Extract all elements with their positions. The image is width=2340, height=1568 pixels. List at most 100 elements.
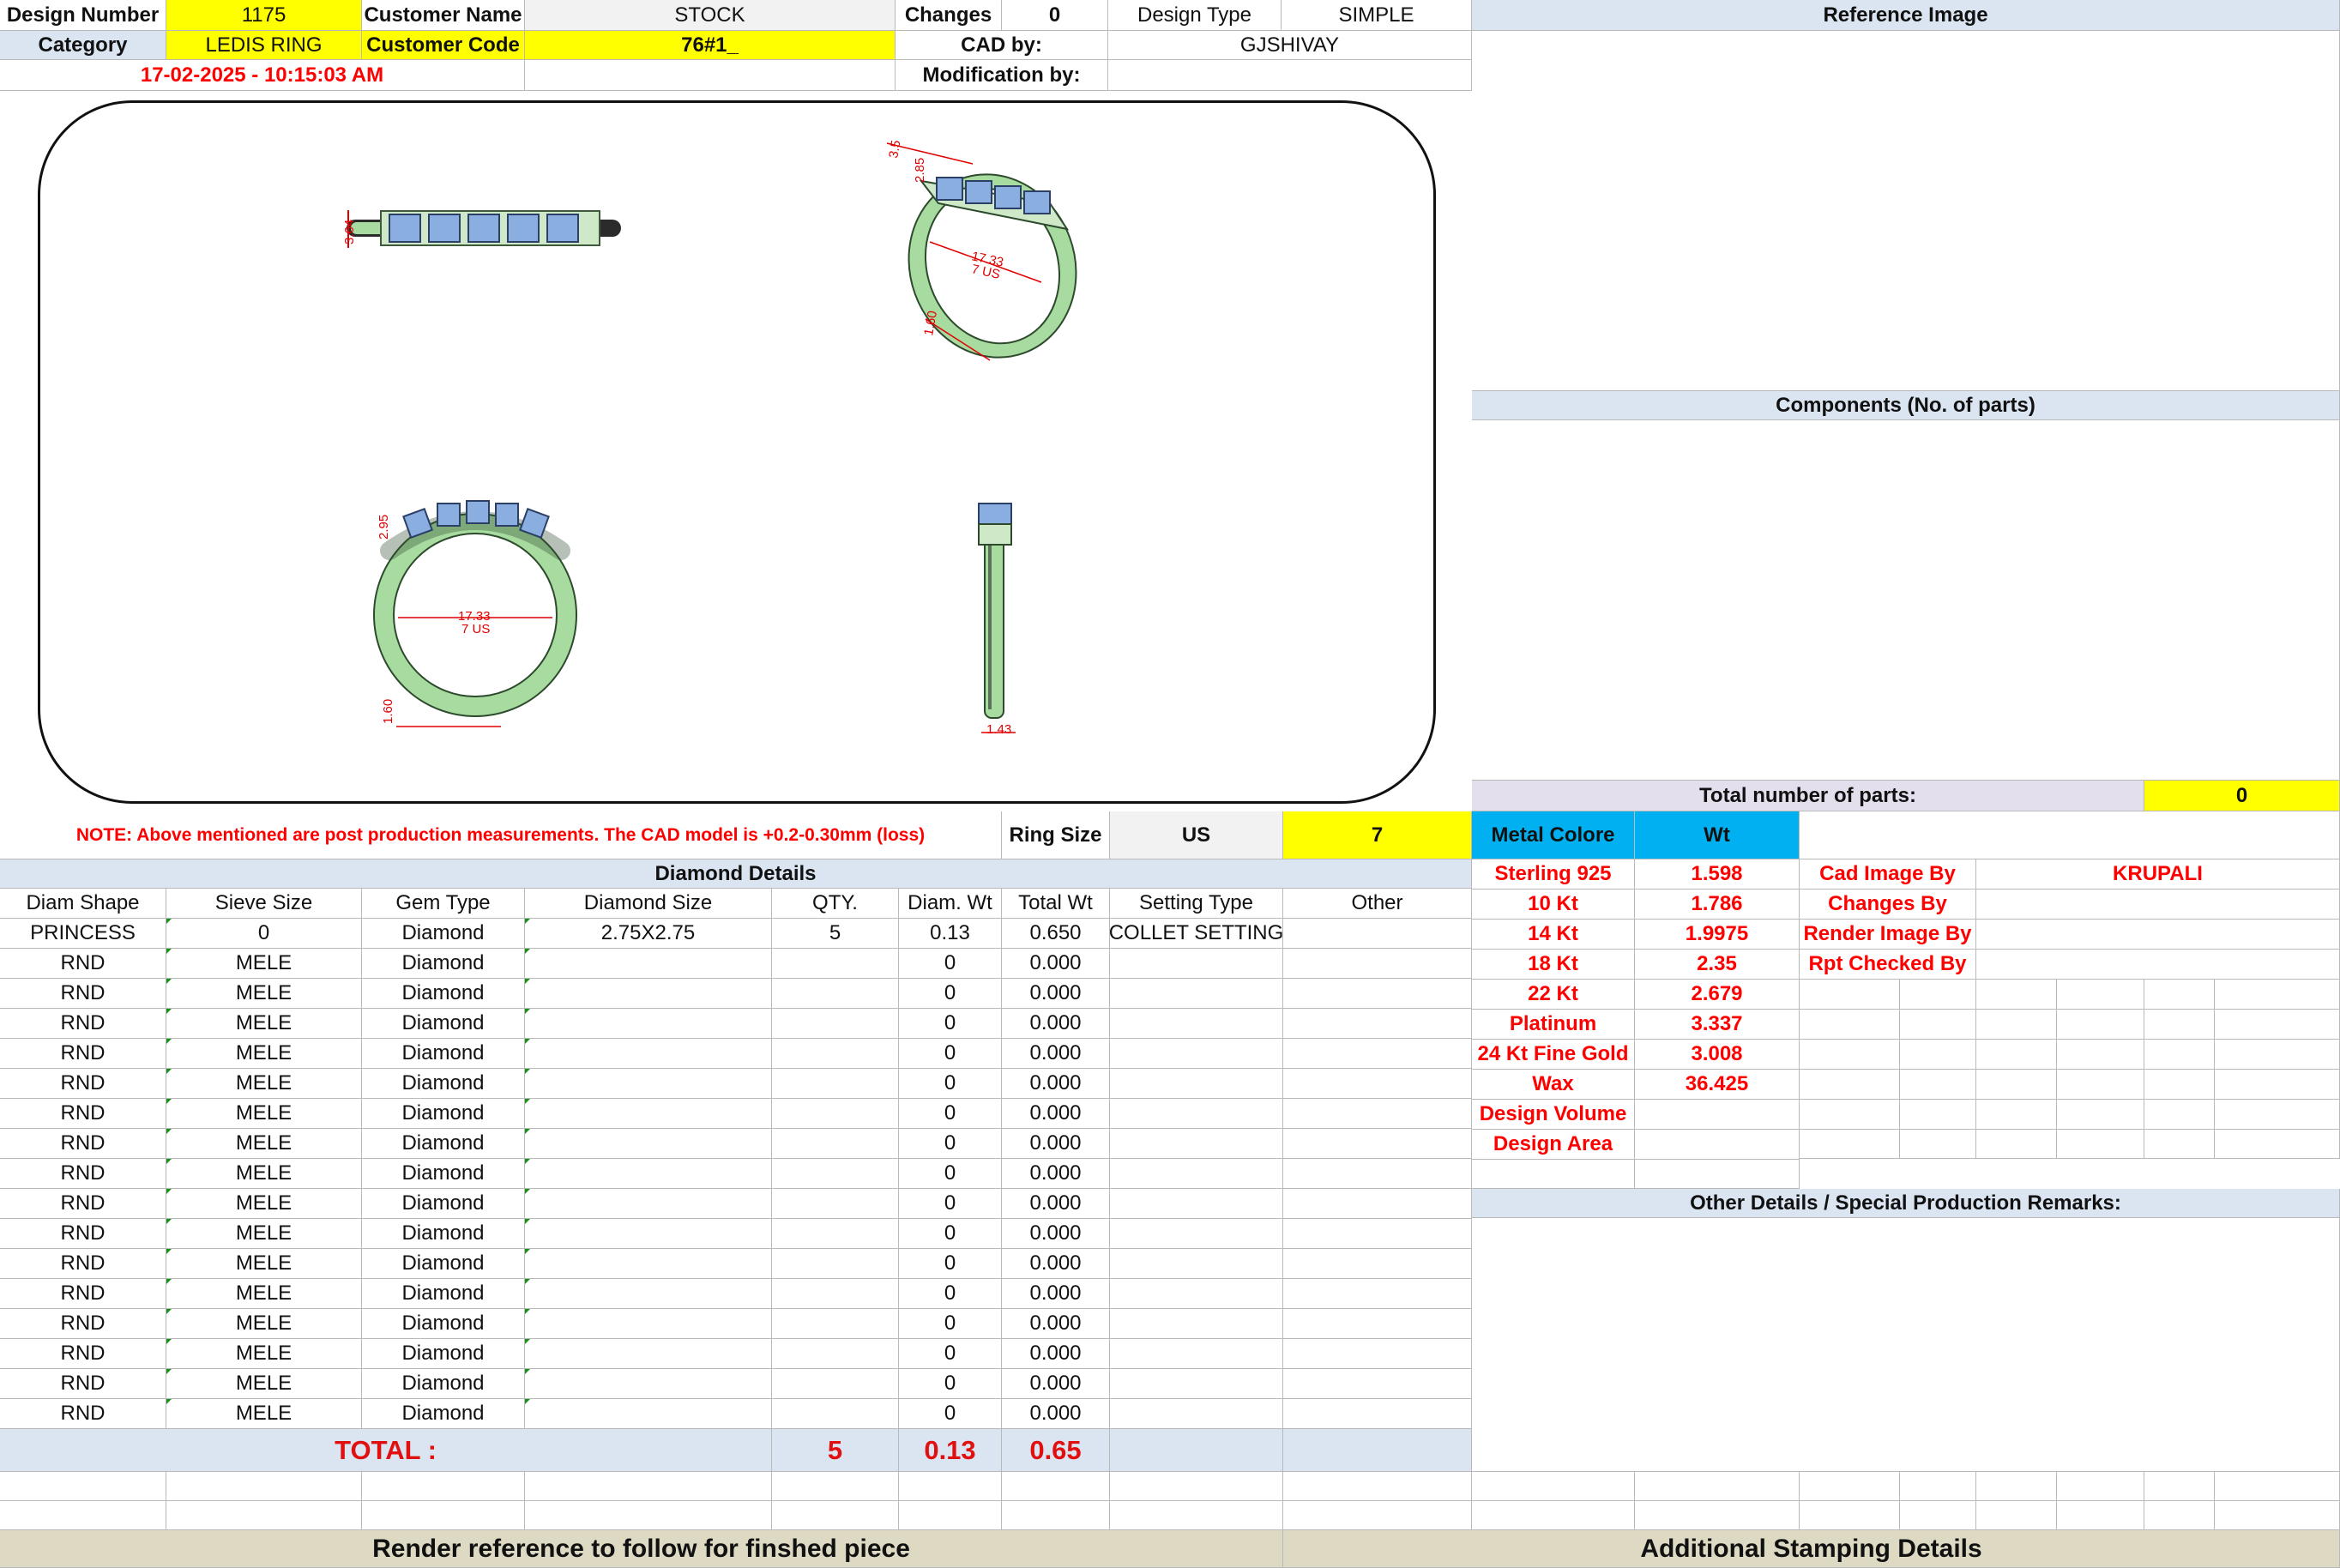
- diamond-cell-setting-type[interactable]: [1110, 1249, 1283, 1279]
- staff-grid-cell[interactable]: [2144, 1040, 2215, 1070]
- staff-grid-cell[interactable]: [2144, 1010, 2215, 1040]
- blank-grid-cell[interactable]: [1110, 1501, 1283, 1530]
- staff-grid-cell[interactable]: [1976, 1070, 2057, 1100]
- blank-grid-cell[interactable]: [1110, 1472, 1283, 1501]
- staff-grid-cell[interactable]: [1800, 1100, 1900, 1130]
- diamond-cell-diam-wt[interactable]: 0: [899, 1009, 1002, 1039]
- diamond-cell-total-wt[interactable]: 0.000: [1002, 1309, 1110, 1339]
- diamond-cell-qty[interactable]: [772, 979, 899, 1009]
- blank-grid-cell[interactable]: [362, 1501, 525, 1530]
- diamond-cell-diam-shape[interactable]: RND: [0, 1159, 166, 1189]
- diamond-cell-diam-wt[interactable]: 0: [899, 1159, 1002, 1189]
- staff-grid-cell[interactable]: [1800, 1130, 1900, 1159]
- blank-grid-cell[interactable]: [2057, 1472, 2144, 1501]
- diamond-cell-diamond-size[interactable]: [525, 1399, 772, 1429]
- diamond-cell-diam-wt[interactable]: 0: [899, 1189, 1002, 1219]
- diamond-cell-total-wt[interactable]: 0.000: [1002, 1099, 1110, 1129]
- diamond-cell-setting-type[interactable]: [1110, 979, 1283, 1009]
- diamond-cell-qty[interactable]: [772, 1279, 899, 1309]
- diamond-cell-sieve-size[interactable]: MELE: [166, 1009, 362, 1039]
- diamond-cell-qty[interactable]: [772, 1159, 899, 1189]
- diamond-cell-total-wt[interactable]: 0.000: [1002, 1249, 1110, 1279]
- diamond-cell-other[interactable]: [1283, 949, 1472, 979]
- diamond-cell-gem-type[interactable]: Diamond: [362, 919, 525, 949]
- diamond-cell-setting-type[interactable]: [1110, 949, 1283, 979]
- diamond-cell-diam-wt[interactable]: 0: [899, 1099, 1002, 1129]
- diamond-cell-diam-wt[interactable]: 0: [899, 1309, 1002, 1339]
- staff-grid-cell[interactable]: [2215, 1010, 2340, 1040]
- diamond-cell-diam-shape[interactable]: RND: [0, 1219, 166, 1249]
- blank-grid-cell[interactable]: [362, 1472, 525, 1501]
- diamond-cell-setting-type[interactable]: [1110, 1069, 1283, 1099]
- diamond-cell-total-wt[interactable]: 0.000: [1002, 1189, 1110, 1219]
- blank-grid-cell[interactable]: [2144, 1501, 2215, 1530]
- diamond-cell-diam-shape[interactable]: RND: [0, 1249, 166, 1279]
- staff-grid-cell[interactable]: [1976, 1130, 2057, 1159]
- diamond-cell-gem-type[interactable]: Diamond: [362, 1009, 525, 1039]
- category-value[interactable]: LEDIS RING: [166, 31, 362, 60]
- diamond-cell-diamond-size[interactable]: [525, 1219, 772, 1249]
- diamond-cell-gem-type[interactable]: Diamond: [362, 1189, 525, 1219]
- diamond-cell-total-wt[interactable]: 0.000: [1002, 1399, 1110, 1429]
- blank-grid-cell[interactable]: [2215, 1472, 2340, 1501]
- staff-grid-cell[interactable]: [2144, 1070, 2215, 1100]
- staff-grid-cell[interactable]: [1900, 1010, 1976, 1040]
- blank-grid-cell[interactable]: [0, 1501, 166, 1530]
- diamond-cell-diamond-size[interactable]: [525, 1129, 772, 1159]
- diamond-cell-other[interactable]: [1283, 1009, 1472, 1039]
- diamond-cell-sieve-size[interactable]: MELE: [166, 1159, 362, 1189]
- diamond-cell-diamond-size[interactable]: [525, 979, 772, 1009]
- diamond-cell-gem-type[interactable]: Diamond: [362, 1159, 525, 1189]
- staff-grid-cell[interactable]: [2215, 1130, 2340, 1159]
- diamond-cell-sieve-size[interactable]: MELE: [166, 1069, 362, 1099]
- diamond-cell-diam-shape[interactable]: RND: [0, 1129, 166, 1159]
- staff-grid-cell[interactable]: [1800, 1010, 1900, 1040]
- diamond-cell-other[interactable]: [1283, 1129, 1472, 1159]
- diamond-cell-total-wt[interactable]: 0.000: [1002, 979, 1110, 1009]
- diamond-cell-diam-wt[interactable]: 0: [899, 949, 1002, 979]
- diamond-cell-total-wt[interactable]: 0.000: [1002, 1159, 1110, 1189]
- blank-grid-cell[interactable]: [1635, 1472, 1800, 1501]
- diamond-cell-total-wt[interactable]: 0.000: [1002, 1219, 1110, 1249]
- blank-grid-cell[interactable]: [899, 1501, 1002, 1530]
- diamond-cell-total-wt[interactable]: 0.000: [1002, 1069, 1110, 1099]
- diamond-cell-setting-type[interactable]: [1110, 1039, 1283, 1069]
- diamond-cell-diam-wt[interactable]: 0.13: [899, 919, 1002, 949]
- staff-grid-cell[interactable]: [1800, 1040, 1900, 1070]
- diamond-cell-other[interactable]: [1283, 1219, 1472, 1249]
- diamond-cell-gem-type[interactable]: Diamond: [362, 949, 525, 979]
- blank-grid-cell[interactable]: [0, 1472, 166, 1501]
- diamond-cell-setting-type[interactable]: COLLET SETTING: [1110, 919, 1283, 949]
- blank-grid-cell[interactable]: [1472, 1472, 1635, 1501]
- diamond-cell-gem-type[interactable]: Diamond: [362, 1069, 525, 1099]
- diamond-cell-diamond-size[interactable]: [525, 1309, 772, 1339]
- diamond-cell-sieve-size[interactable]: MELE: [166, 949, 362, 979]
- diamond-cell-other[interactable]: [1283, 979, 1472, 1009]
- customer-name-value[interactable]: STOCK: [525, 0, 896, 31]
- diamond-cell-other[interactable]: [1283, 1369, 1472, 1399]
- diamond-cell-sieve-size[interactable]: 0: [166, 919, 362, 949]
- diamond-cell-sieve-size[interactable]: MELE: [166, 1279, 362, 1309]
- diamond-cell-other[interactable]: [1283, 1279, 1472, 1309]
- diamond-cell-diam-wt[interactable]: 0: [899, 1369, 1002, 1399]
- staff-name[interactable]: [1976, 890, 2340, 920]
- diamond-cell-diam-wt[interactable]: 0: [899, 1069, 1002, 1099]
- staff-grid-cell[interactable]: [1900, 1070, 1976, 1100]
- cad-by-value[interactable]: GJSHIVAY: [1108, 31, 1472, 60]
- diamond-cell-setting-type[interactable]: [1110, 1099, 1283, 1129]
- diamond-cell-qty[interactable]: [772, 1339, 899, 1369]
- diamond-cell-diam-shape[interactable]: RND: [0, 1189, 166, 1219]
- staff-name[interactable]: [1976, 920, 2340, 950]
- blank-grid-cell[interactable]: [2215, 1501, 2340, 1530]
- diamond-cell-diam-wt[interactable]: 0: [899, 1249, 1002, 1279]
- diamond-cell-sieve-size[interactable]: MELE: [166, 1189, 362, 1219]
- diamond-cell-other[interactable]: [1283, 1309, 1472, 1339]
- blank-grid-cell[interactable]: [1283, 1501, 1472, 1530]
- staff-grid-cell[interactable]: [1976, 1040, 2057, 1070]
- diamond-cell-diamond-size[interactable]: [525, 1189, 772, 1219]
- blank-grid-cell[interactable]: [899, 1472, 1002, 1501]
- staff-grid-cell[interactable]: [2215, 1070, 2340, 1100]
- staff-grid-cell[interactable]: [2057, 1130, 2144, 1159]
- diamond-cell-gem-type[interactable]: Diamond: [362, 979, 525, 1009]
- diamond-cell-setting-type[interactable]: [1110, 1309, 1283, 1339]
